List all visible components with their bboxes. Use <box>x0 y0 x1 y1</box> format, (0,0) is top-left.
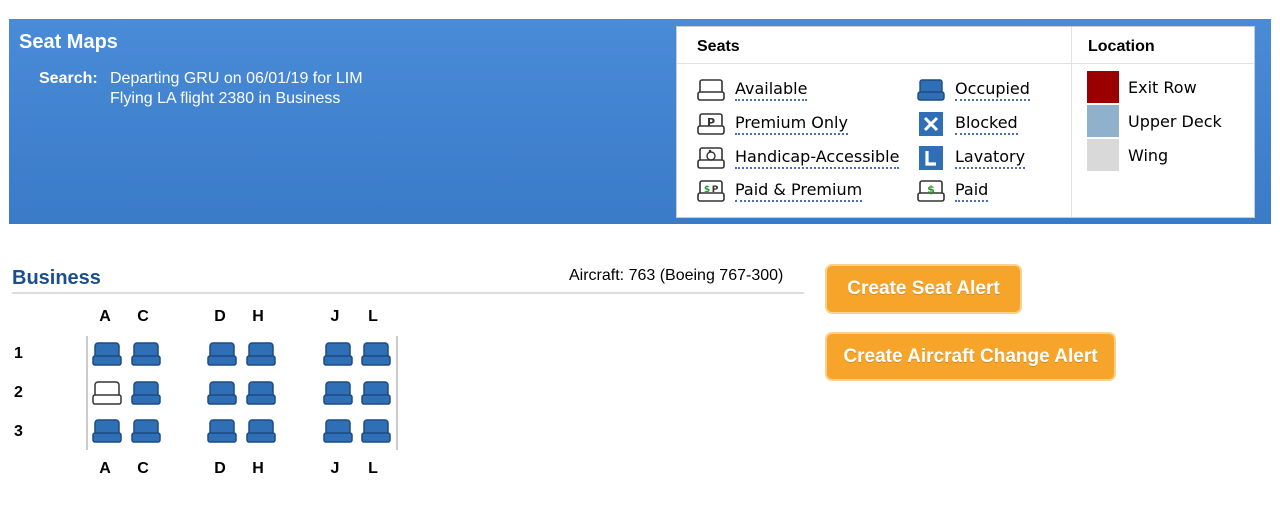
legend-seats-heading: Seats <box>697 38 740 55</box>
legend-exit-row: Exit Row <box>1087 71 1197 103</box>
legend-label: Handicap-Accessible <box>735 147 900 169</box>
seat-1J[interactable] <box>323 341 353 367</box>
search-route: Departing GRU on 06/01/19 for LIM <box>110 70 363 87</box>
column-label: H <box>252 460 264 477</box>
column-label: L <box>368 460 378 477</box>
legend-premium-only[interactable]: P Premium Only <box>697 111 848 137</box>
column-label: L <box>368 308 378 325</box>
legend-label: Wing <box>1128 145 1169 165</box>
legend-label: Upper Deck <box>1128 111 1222 131</box>
legend-label: Lavatory <box>955 147 1026 169</box>
seat-1H[interactable] <box>246 341 276 367</box>
seat-3L[interactable] <box>361 418 391 444</box>
legend-lavatory[interactable]: Lavatory <box>917 145 1026 171</box>
create-aircraft-change-alert-button[interactable]: Create Aircraft Change Alert <box>825 332 1116 381</box>
legend-location-heading: Location <box>1088 38 1155 55</box>
seat-2H[interactable] <box>246 380 276 406</box>
cabin-title: Business <box>12 267 101 289</box>
legend-available[interactable]: Available <box>697 77 808 103</box>
seat-1A[interactable] <box>92 341 122 367</box>
legend-label: Paid <box>955 180 989 202</box>
seat-1C[interactable] <box>131 341 161 367</box>
search-flight: Flying LA flight 2380 in Business <box>110 90 341 107</box>
premium-seat-icon: P <box>697 111 725 137</box>
wing-swatch <box>1087 139 1119 171</box>
seat-3D[interactable] <box>207 418 237 444</box>
occupied-seat-icon <box>917 77 945 103</box>
legend-paid[interactable]: $ Paid <box>917 178 989 204</box>
column-label: C <box>137 308 149 325</box>
page-title: Seat Maps <box>19 31 118 53</box>
seat-2A[interactable] <box>92 380 122 406</box>
create-seat-alert-button[interactable]: Create Seat Alert <box>825 264 1022 314</box>
seat-3H[interactable] <box>246 418 276 444</box>
seat-2C[interactable] <box>131 380 161 406</box>
column-label: H <box>252 308 264 325</box>
handicap-seat-icon <box>697 145 725 171</box>
aircraft-info: Aircraft: 763 (Boeing 767-300) <box>569 267 784 284</box>
legend-divider <box>677 63 1254 64</box>
column-label: A <box>99 308 111 325</box>
available-seat-icon <box>697 77 725 103</box>
legend-label: Premium Only <box>735 113 848 135</box>
paid-seat-icon: $ <box>917 178 945 204</box>
legend-occupied[interactable]: Occupied <box>917 77 1030 103</box>
seat-1D[interactable] <box>207 341 237 367</box>
row-label: 1 <box>14 345 23 362</box>
column-label: D <box>214 308 226 325</box>
fuselage-right-wall <box>396 336 398 450</box>
lavatory-icon <box>917 145 945 171</box>
svg-text:$: $ <box>704 185 710 195</box>
seat-2L[interactable] <box>361 380 391 406</box>
seat-1L[interactable] <box>361 341 391 367</box>
legend-label: Occupied <box>955 79 1030 101</box>
row-label: 3 <box>14 423 23 440</box>
paid-premium-seat-icon: $ P <box>697 178 725 204</box>
section-divider <box>12 292 804 294</box>
column-label: J <box>330 308 340 325</box>
blocked-icon <box>917 111 945 137</box>
column-label: C <box>137 460 149 477</box>
search-label: Search: <box>39 70 98 87</box>
exit-row-swatch <box>1087 71 1119 103</box>
row-label: 2 <box>14 384 23 401</box>
upper-deck-swatch <box>1087 105 1119 137</box>
legend-label: Exit Row <box>1128 77 1197 97</box>
legend-panel: Seats Location Available P Premium Only … <box>676 26 1255 218</box>
column-label: J <box>330 460 340 477</box>
legend-paid-premium[interactable]: $ P Paid & Premium <box>697 178 863 204</box>
seat-3J[interactable] <box>323 418 353 444</box>
legend-column-divider <box>1071 27 1072 217</box>
svg-text:P: P <box>712 185 719 195</box>
legend-upper-deck: Upper Deck <box>1087 105 1222 137</box>
legend-label: Available <box>735 79 808 101</box>
legend-label: Paid & Premium <box>735 180 863 202</box>
svg-text:$: $ <box>927 183 935 196</box>
column-label: A <box>99 460 111 477</box>
legend-handicap-accessible[interactable]: Handicap-Accessible <box>697 145 900 171</box>
seat-3A[interactable] <box>92 418 122 444</box>
seat-3C[interactable] <box>131 418 161 444</box>
legend-label: Blocked <box>955 113 1018 135</box>
svg-text:P: P <box>707 116 715 129</box>
fuselage-left-wall <box>86 336 88 450</box>
legend-wing: Wing <box>1087 139 1168 171</box>
legend-blocked[interactable]: Blocked <box>917 111 1018 137</box>
column-label: D <box>214 460 226 477</box>
seat-2D[interactable] <box>207 380 237 406</box>
seat-2J[interactable] <box>323 380 353 406</box>
